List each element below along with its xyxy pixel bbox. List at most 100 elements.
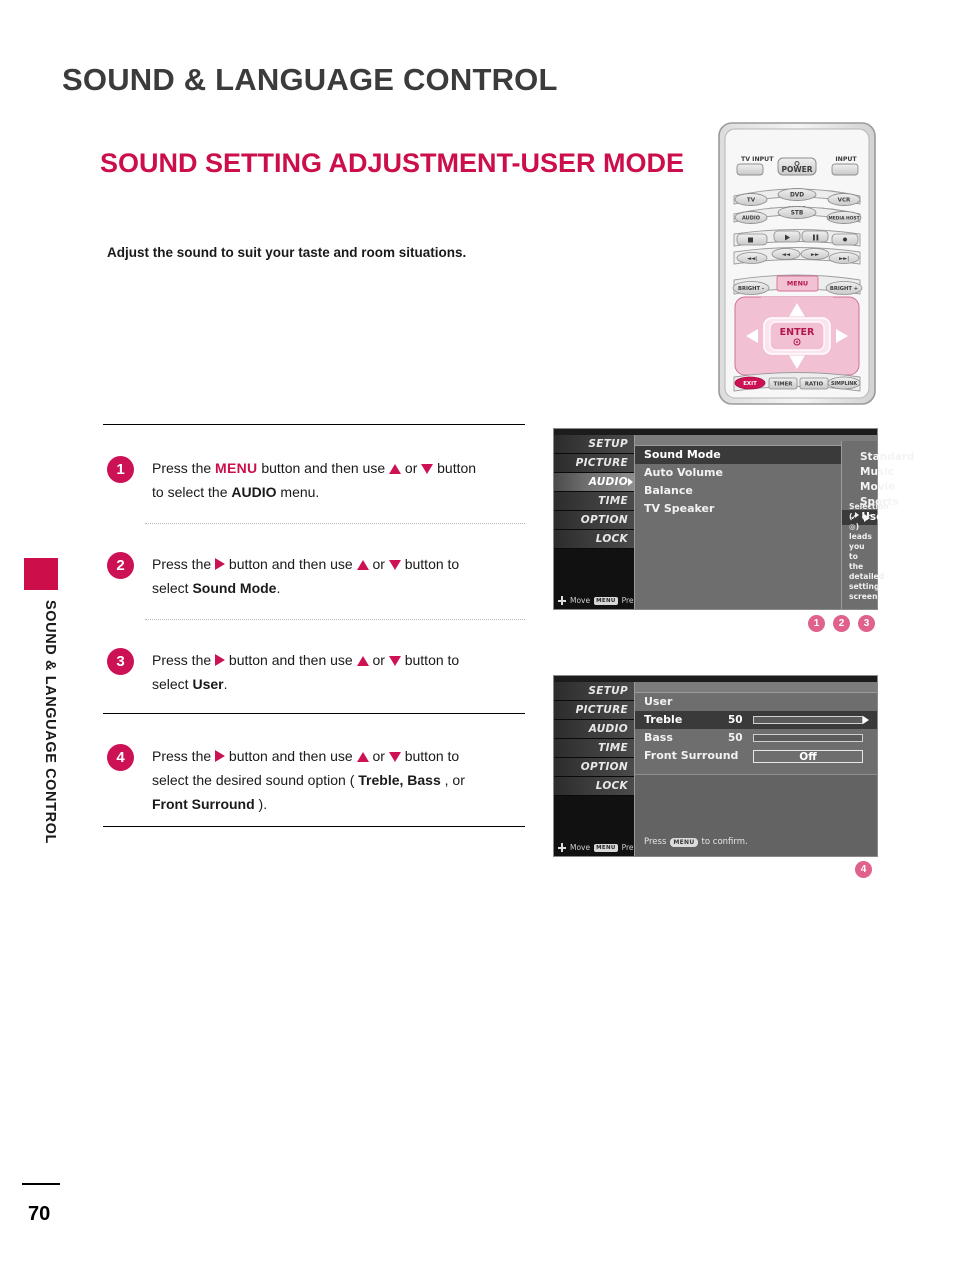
menu-key-icon: MENU xyxy=(594,596,618,605)
right-arrow-icon xyxy=(215,750,226,762)
osd2-hint-prev-label: Prev xyxy=(621,843,634,852)
osd1-option-music[interactable]: Music xyxy=(842,465,894,480)
osd1-sidebar-label-option: OPTION xyxy=(580,514,628,526)
step-4-keyword-front-surround: Front Surround xyxy=(152,796,255,812)
step-4-line2-a: select the desired sound option ( xyxy=(152,772,359,788)
osd2-confirm-a: Press xyxy=(644,837,667,847)
osd2-sidebar-label-time: TIME xyxy=(598,742,628,754)
step-1: 1 Press the MENU button and then use or … xyxy=(107,456,537,504)
svg-text:►►|: ►►| xyxy=(839,256,849,262)
svg-text:DVD: DVD xyxy=(790,193,804,199)
svg-text:INPUT: INPUT xyxy=(835,156,857,163)
osd1-main-panel: Sound Mode Auto Volume Balance TV Speake… xyxy=(635,435,914,609)
divider-step2-3 xyxy=(145,619,525,620)
osd2-sidebar-item-option[interactable]: OPTION xyxy=(554,758,634,777)
down-arrow-icon xyxy=(388,656,401,666)
osd1-option-movie[interactable]: Movie xyxy=(842,480,895,495)
osd2-sidebar-item-picture[interactable]: PICTURE xyxy=(554,701,634,720)
svg-text:TIMER: TIMER xyxy=(774,382,794,388)
footer-divider xyxy=(22,1183,60,1185)
move-dpad-icon xyxy=(558,843,566,852)
osd1-menu-label-sound-mode: Sound Mode xyxy=(644,448,721,461)
page-title: SOUND & LANGUAGE CONTROL xyxy=(62,62,558,97)
osd1-step-markers: 1 2 3 xyxy=(808,615,875,632)
osd1-option-label-movie: Movie xyxy=(860,481,896,493)
step-3-line1-a: Press the xyxy=(152,652,216,668)
step-4-badge: 4 xyxy=(107,744,134,771)
divider-step1-2 xyxy=(145,523,525,524)
svg-text:STB: STB xyxy=(791,211,804,217)
osd1-sidebar-item-audio[interactable]: AUDIO xyxy=(554,473,634,492)
step-4-line1-b: button and then use xyxy=(225,748,357,764)
step-4-line1-d: button to xyxy=(400,748,460,764)
right-arrow-icon xyxy=(215,654,226,666)
up-arrow-icon xyxy=(356,656,369,666)
svg-text:◄◄: ◄◄ xyxy=(782,252,791,258)
osd2-label-bass: Bass xyxy=(644,731,673,744)
osd1-sidebar-item-setup[interactable]: SETUP xyxy=(554,435,634,454)
svg-text:SIMPLINK: SIMPLINK xyxy=(831,381,857,387)
osd1-option-label-standard: Standard xyxy=(860,451,915,463)
osd2-sidebar-item-lock[interactable]: LOCK xyxy=(554,777,634,796)
svg-text:►►: ►► xyxy=(811,252,820,258)
osd1-sidebar-label-audio: AUDIO xyxy=(588,476,628,488)
svg-text:◄◄|: ◄◄| xyxy=(747,256,757,262)
menu-key-icon: MENU xyxy=(594,843,618,852)
osd2-row-bass[interactable]: Bass 50 xyxy=(635,729,877,747)
up-arrow-icon xyxy=(356,752,369,762)
osd1-sidebar-label-lock: LOCK xyxy=(595,533,628,545)
chevron-right-icon xyxy=(863,716,869,724)
step-2-line1-b: button and then use xyxy=(225,556,357,572)
osd1-options-panel: Standard Music Movie Sports ✓ User Select… xyxy=(841,441,914,609)
step-1-keyword-menu: MENU xyxy=(215,460,258,476)
svg-text:EXIT: EXIT xyxy=(743,381,757,387)
osd1-sidebar-item-option[interactable]: OPTION xyxy=(554,511,634,530)
step-2-line1-a: Press the xyxy=(152,556,216,572)
step-1-keyword-audio: AUDIO xyxy=(231,484,277,500)
marker-3: 3 xyxy=(858,615,875,632)
step-3-keyword-user: User xyxy=(192,676,224,692)
svg-text:AUDIO: AUDIO xyxy=(742,216,760,222)
osd2-sidebar-label-lock: LOCK xyxy=(595,780,628,792)
step-1-line2-b: menu. xyxy=(276,484,320,500)
osd2-sidebar-item-audio[interactable]: AUDIO xyxy=(554,720,634,739)
osd1-sidebar-item-lock[interactable]: LOCK xyxy=(554,530,634,549)
section-title: SOUND SETTING ADJUSTMENT-USER MODE xyxy=(100,148,685,178)
osd1-sidebar-label-setup: SETUP xyxy=(588,438,628,450)
osd1-sidebar-item-time[interactable]: TIME xyxy=(554,492,634,511)
remote-control-illustration: TV INPUT POWER INPUT TV DVD VCR MODE AUD… xyxy=(718,122,876,405)
osd1-selection-note: Selection ( or ◎) leads you to the detai… xyxy=(849,502,889,602)
osd1-option-standard[interactable]: Standard xyxy=(842,450,914,465)
osd2-sidebar-item-setup[interactable]: SETUP xyxy=(554,682,634,701)
osd2-sidebar-label-audio: AUDIO xyxy=(588,723,628,735)
step-1-line1-d: button xyxy=(433,460,477,476)
marker-1: 1 xyxy=(808,615,825,632)
osd2-sidebar-item-time[interactable]: TIME xyxy=(554,739,634,758)
osd2-row-treble[interactable]: Treble 50 xyxy=(635,711,877,729)
osd1-hint-move-label: Move xyxy=(570,596,591,605)
step-4-line2-b: , or xyxy=(444,772,465,788)
osd2-sidebar: SETUP PICTURE AUDIO TIME OPTION LOCK Mov… xyxy=(554,682,635,856)
step-3-line1-d: button to xyxy=(400,652,460,668)
move-dpad-icon xyxy=(558,596,566,605)
svg-text:ENTER: ENTER xyxy=(780,327,815,338)
chevron-right-icon xyxy=(628,478,633,486)
osd1-sidebar-label-time: TIME xyxy=(598,495,628,507)
bass-slider[interactable] xyxy=(753,734,863,742)
divider-step3-4 xyxy=(103,713,525,715)
side-tab-color-block xyxy=(24,558,58,590)
treble-slider[interactable] xyxy=(753,716,863,724)
right-arrow-icon xyxy=(215,558,226,570)
osd1-note-c: the detailed setting screen. xyxy=(849,562,885,601)
step-2-badge: 2 xyxy=(107,552,134,579)
osd2-step-markers: 4 xyxy=(855,861,872,878)
osd2-row-front-surround[interactable]: Front Surround Off xyxy=(635,747,877,765)
step-4-line1-a: Press the xyxy=(152,748,216,764)
step-1-line1-c: or xyxy=(401,460,422,476)
osd1-sidebar-item-picture[interactable]: PICTURE xyxy=(554,454,634,473)
front-surround-select[interactable]: Off xyxy=(753,750,863,763)
divider-top xyxy=(103,424,525,426)
step-4-line3-b: ). xyxy=(254,796,268,812)
step-3: 3 Press the button and then use or butto… xyxy=(107,648,537,696)
step-1-line1-b: button and then use xyxy=(257,460,390,476)
